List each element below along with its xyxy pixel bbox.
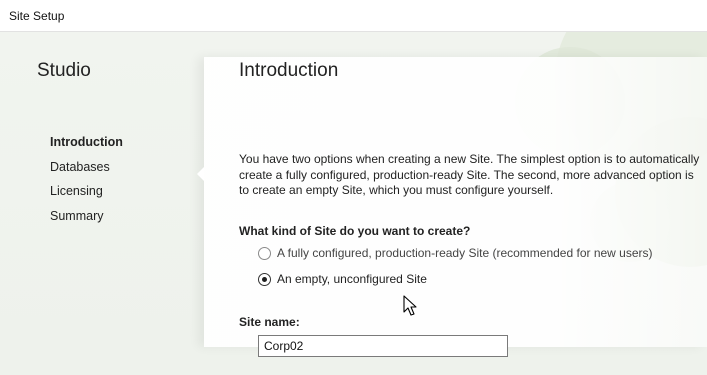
option-fully-configured[interactable]: A fully configured, production-ready Sit…	[258, 246, 653, 261]
radio-button-checked[interactable]	[258, 273, 271, 286]
option-label: An empty, unconfigured Site	[277, 272, 427, 286]
site-name-label: Site name:	[239, 315, 300, 329]
step-summary[interactable]: Summary	[50, 208, 123, 233]
sidebar-title: Studio	[37, 60, 91, 81]
window-title: Site Setup	[9, 9, 65, 23]
active-step-pointer	[197, 167, 204, 181]
site-name-input[interactable]	[258, 335, 508, 357]
wizard-steps-nav: Introduction Databases Licensing Summary	[50, 134, 123, 232]
content-panel	[204, 57, 707, 347]
mouse-cursor-icon	[403, 295, 417, 316]
intro-text: You have two options when creating a new…	[239, 152, 700, 197]
step-databases[interactable]: Databases	[50, 159, 123, 184]
site-type-question: What kind of Site do you want to create?	[239, 224, 471, 238]
option-empty-site[interactable]: An empty, unconfigured Site	[258, 272, 427, 287]
radio-button-unchecked[interactable]	[258, 247, 271, 260]
step-introduction[interactable]: Introduction	[50, 134, 123, 159]
page-title: Introduction	[239, 60, 339, 81]
title-bar: Site Setup	[0, 0, 707, 32]
option-label: A fully configured, production-ready Sit…	[277, 246, 653, 260]
step-licensing[interactable]: Licensing	[50, 183, 123, 208]
